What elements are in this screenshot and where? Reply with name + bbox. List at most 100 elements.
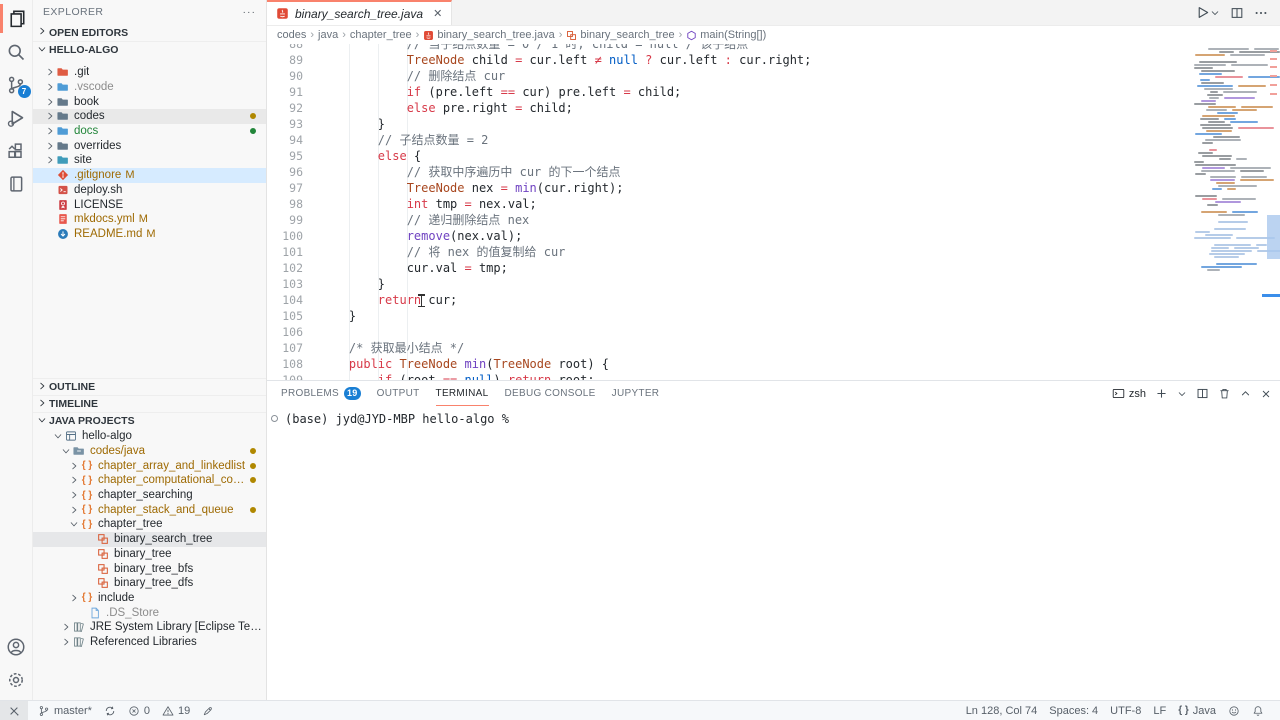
run-button[interactable] — [1195, 5, 1220, 20]
file-row[interactable]: docs — [33, 124, 266, 139]
breadcrumb-item[interactable]: codes › — [277, 29, 318, 41]
breadcrumb-item[interactable]: chapter_tree › — [350, 29, 423, 41]
tree-item-label: codes/java — [90, 445, 145, 457]
status-item[interactable] — [1246, 705, 1270, 717]
tree-item-label: Referenced Libraries — [90, 636, 197, 648]
source-control-icon[interactable]: 7 — [0, 68, 33, 101]
tree-item[interactable]: { } chapter_computational_complexity — [33, 473, 266, 488]
breadcrumb-item[interactable]: binary_search_tree.java › — [423, 29, 566, 41]
new-terminal-icon[interactable] — [1155, 387, 1168, 400]
section-open-editors[interactable]: OPEN EDITORS — [33, 24, 266, 41]
tree-item[interactable]: { } include — [33, 591, 266, 606]
tree-item[interactable]: codes/java — [33, 444, 266, 459]
status-item[interactable]: 0 — [122, 701, 156, 720]
status-item[interactable]: Ln 128, Col 74 — [960, 705, 1044, 717]
breadcrumb-item[interactable]: java › — [318, 29, 350, 41]
account-icon[interactable] — [0, 630, 33, 663]
panel-tab[interactable]: OUTPUT — [377, 381, 420, 406]
terminal[interactable]: (base) jyd@JYD-MBP hello-algo % — [267, 406, 1280, 700]
file-row[interactable]: .gitignore M — [33, 168, 266, 183]
class-icon — [97, 577, 109, 589]
tree-item[interactable]: binary_tree_bfs — [33, 561, 266, 576]
file-row[interactable]: deploy.sh — [33, 183, 266, 198]
file-row[interactable]: LICENSE — [33, 197, 266, 212]
status-item[interactable]: Spaces: 4 — [1043, 705, 1104, 717]
run-debug-icon[interactable] — [0, 101, 33, 134]
java-projects-tree: hello-algo codes/java — [33, 429, 266, 649]
chevron-right-icon — [59, 622, 73, 632]
minimap[interactable] — [1192, 46, 1266, 380]
tree-item[interactable]: Referenced Libraries — [33, 635, 266, 650]
status-item[interactable]: { } Java — [1172, 705, 1222, 717]
file-row[interactable]: site — [33, 153, 266, 168]
tree-item[interactable]: { } chapter_stack_and_queue — [33, 502, 266, 517]
more-actions-icon[interactable]: ··· — [243, 6, 257, 18]
section-java-projects[interactable]: JAVA PROJECTS — [33, 412, 266, 429]
status-item[interactable] — [98, 701, 122, 720]
scrollbar-accent[interactable] — [1262, 294, 1280, 297]
chevron-down-icon[interactable] — [1177, 389, 1187, 399]
code-line: 101 // 将 nex 的值复制给 cur — [267, 244, 1280, 260]
notebook-icon[interactable] — [0, 167, 33, 200]
tree-item[interactable]: binary_tree — [33, 547, 266, 562]
tree-item[interactable]: binary_tree_dfs — [33, 576, 266, 591]
extensions-icon[interactable] — [0, 134, 33, 167]
status-item[interactable]: 19 — [156, 701, 196, 720]
braces-icon: { } — [81, 490, 93, 501]
tree-item[interactable]: { } chapter_searching — [33, 488, 266, 503]
status-item-label: Java — [1193, 705, 1216, 717]
tree-item[interactable]: hello-algo — [33, 429, 266, 444]
status-item[interactable] — [1222, 705, 1246, 717]
chevron-right-icon — [43, 111, 57, 121]
file-row[interactable]: .git — [33, 65, 266, 80]
explorer-icon[interactable] — [0, 2, 33, 35]
status-item[interactable] — [196, 701, 220, 720]
breadcrumb-item[interactable]: main(String[]) › — [686, 29, 766, 41]
tree-item[interactable]: { } chapter_tree — [33, 517, 266, 532]
panel-tab[interactable]: DEBUG CONSOLE — [505, 381, 596, 406]
panel-tab[interactable]: PROBLEMS 19 — [281, 381, 361, 406]
search-icon[interactable] — [0, 35, 33, 68]
status-item[interactable]: UTF-8 — [1104, 705, 1147, 717]
panel-tab[interactable]: TERMINAL — [436, 381, 489, 406]
section-root-folder[interactable]: HELLO-ALGO — [33, 41, 266, 58]
close-panel-icon[interactable] — [1260, 388, 1272, 400]
status-item[interactable]: master* — [32, 701, 98, 720]
tree-item-label: JRE System Library [Eclipse Temurin 17 [… — [90, 621, 266, 633]
tree-item-label: chapter_array_and_linkedlist — [98, 460, 245, 472]
code-line: 93 } — [267, 116, 1280, 132]
gear-icon[interactable] — [0, 663, 33, 696]
chevron-right-icon — [67, 519, 81, 529]
tree-item[interactable]: JRE System Library [Eclipse Temurin 17 [… — [33, 620, 266, 635]
file-row[interactable]: README.md M — [33, 227, 266, 242]
close-icon[interactable]: ✕ — [433, 7, 442, 20]
tree-item[interactable]: { } chapter_array_and_linkedlist — [33, 458, 266, 473]
tab-binary-search-tree[interactable]: binary_search_tree.java ✕ — [267, 0, 452, 25]
split-terminal-icon[interactable] — [1196, 387, 1209, 400]
kill-terminal-icon[interactable] — [1218, 387, 1231, 400]
more-actions-icon[interactable] — [1254, 6, 1268, 20]
maximize-panel-icon[interactable] — [1240, 388, 1251, 399]
ymlfile-icon — [57, 213, 69, 225]
file-row[interactable]: overrides — [33, 138, 266, 153]
lib-icon — [73, 621, 85, 633]
split-editor-icon[interactable] — [1230, 6, 1244, 20]
section-outline[interactable]: OUTLINE — [33, 378, 266, 395]
panel-tab-label: JUPYTER — [612, 388, 660, 399]
terminal-picker[interactable]: zsh — [1112, 387, 1146, 400]
breadcrumb-item[interactable]: binary_search_tree › — [566, 29, 686, 41]
status-item[interactable] — [0, 701, 28, 720]
code-editor[interactable]: 88 // 当子结点数量 = 0 / 1 时, child = null / 该… — [267, 44, 1280, 380]
status-item[interactable]: LF — [1147, 705, 1172, 717]
section-timeline[interactable]: TIMELINE — [33, 395, 266, 412]
section-label: TIMELINE — [49, 398, 98, 410]
file-row[interactable]: book — [33, 94, 266, 109]
status-item-label: UTF-8 — [1110, 705, 1141, 717]
file-row[interactable]: mkdocs.yml M — [33, 212, 266, 227]
panel-tab[interactable]: JUPYTER — [612, 381, 660, 406]
file-row[interactable]: codes — [33, 109, 266, 124]
tree-item[interactable]: .DS_Store — [33, 605, 266, 620]
code-line: 92 else pre.right = child; — [267, 100, 1280, 116]
tree-item[interactable]: binary_search_tree — [33, 532, 266, 547]
file-row[interactable]: .vscode — [33, 80, 266, 95]
